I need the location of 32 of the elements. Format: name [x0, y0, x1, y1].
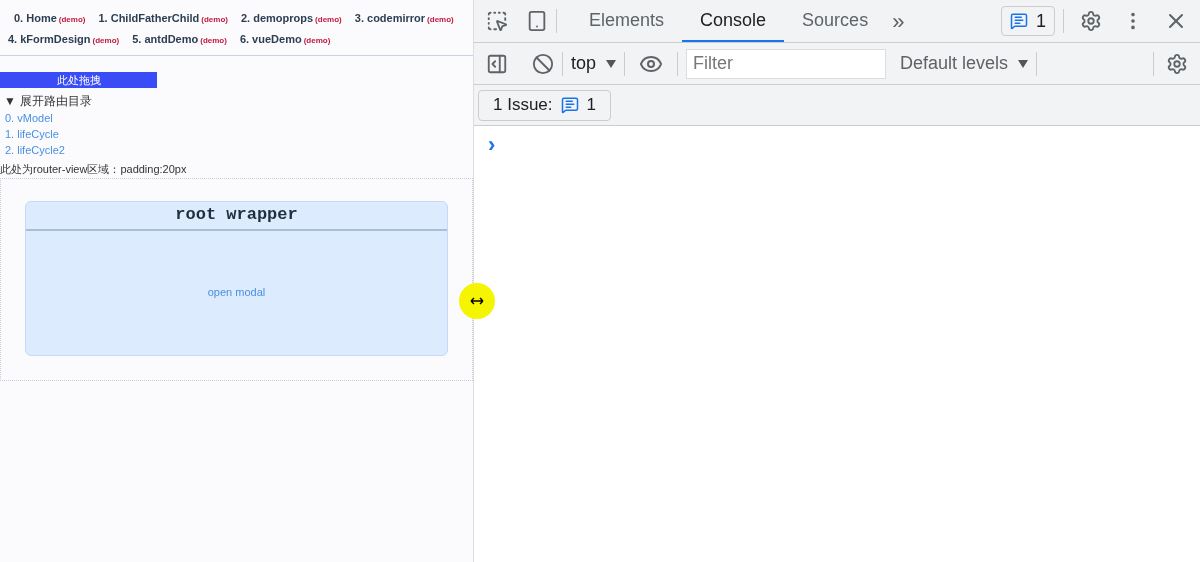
- nav-link[interactable]: 5. antdDemo (demo): [132, 30, 227, 47]
- drag-handle[interactable]: 此处拖拽: [0, 72, 157, 88]
- router-note: 此处为router-view区域：padding:20px: [0, 162, 187, 177]
- issues-button[interactable]: 1 Issue: 1: [478, 89, 611, 121]
- route-menu-toggle[interactable]: ▼ 展开路由目录: [0, 92, 92, 110]
- nav-link[interactable]: 1. ChildFatherChild (demo): [98, 10, 228, 27]
- context-selector[interactable]: top: [571, 50, 617, 77]
- inspect-element-icon[interactable]: [486, 10, 508, 32]
- card-title: root wrapper: [175, 204, 298, 227]
- issues-badge[interactable]: 1: [1001, 6, 1055, 36]
- message-icon: [1010, 12, 1028, 30]
- nav-link[interactable]: 4. kFormDesign (demo): [8, 30, 120, 47]
- nav-link[interactable]: 0. Home (demo): [8, 10, 86, 27]
- device-toolbar-icon[interactable]: [526, 10, 548, 32]
- console-settings-icon[interactable]: [1166, 52, 1188, 75]
- more-tabs-button[interactable]: »: [886, 4, 911, 38]
- expand-toggle-glyph: ▼: [4, 93, 16, 110]
- message-icon: [560, 96, 579, 114]
- devtools-tab[interactable]: Elements: [571, 0, 683, 42]
- settings-icon[interactable]: [1080, 10, 1102, 32]
- nav-link[interactable]: 6. vueDemo (demo): [239, 30, 331, 47]
- nav-link[interactable]: 2. demoprops (demo): [241, 10, 342, 27]
- nav-link[interactable]: 3. codemirror (demo): [354, 10, 454, 27]
- devtools-tab[interactable]: Sources: [784, 0, 887, 42]
- caret-icon: [1018, 59, 1029, 68]
- log-levels-dropdown[interactable]: Default levels: [900, 50, 1029, 77]
- resize-cursor-icon: [470, 297, 484, 305]
- caret-icon: [606, 59, 617, 68]
- filter-field[interactable]: Filter: [686, 48, 887, 79]
- console-prompt[interactable]: ›: [488, 132, 496, 157]
- clear-console-icon[interactable]: [532, 52, 554, 75]
- sidebar-toggle-icon[interactable]: [486, 52, 508, 75]
